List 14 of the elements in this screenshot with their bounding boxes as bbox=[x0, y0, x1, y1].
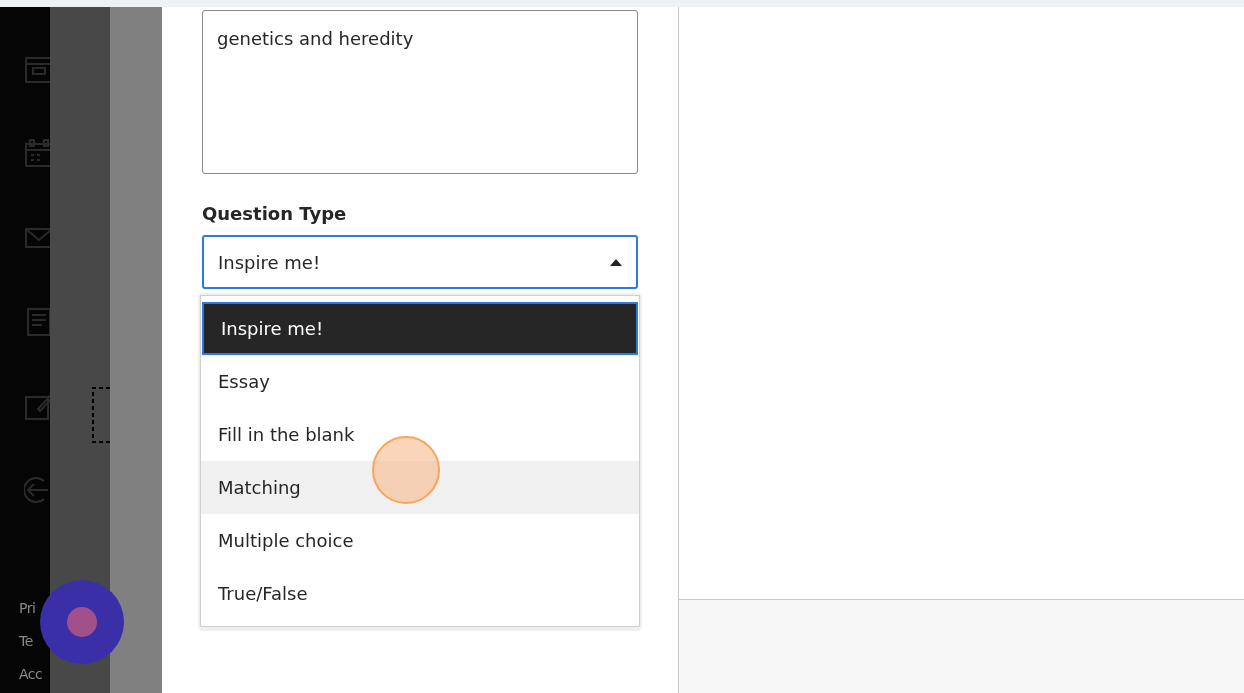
question-type-select[interactable]: Inspire me! bbox=[202, 235, 638, 289]
dropdown-option[interactable]: Inspire me! bbox=[202, 302, 638, 355]
dashed-frame-icon bbox=[92, 387, 110, 443]
window-icon[interactable] bbox=[24, 55, 50, 85]
topic-field[interactable]: genetics and heredity bbox=[202, 10, 638, 174]
calendar-icon[interactable] bbox=[24, 139, 50, 169]
dropdown-option[interactable]: Matching bbox=[201, 461, 639, 514]
footer-link[interactable]: Acc bbox=[19, 664, 43, 685]
footer-link[interactable]: Te bbox=[19, 631, 43, 652]
sign-out-icon[interactable] bbox=[24, 475, 50, 505]
footer-link[interactable]: Pri bbox=[19, 598, 43, 619]
select-value: Inspire me! bbox=[218, 250, 321, 275]
question-type-label: Question Type bbox=[202, 202, 348, 226]
document-icon[interactable] bbox=[24, 307, 50, 337]
